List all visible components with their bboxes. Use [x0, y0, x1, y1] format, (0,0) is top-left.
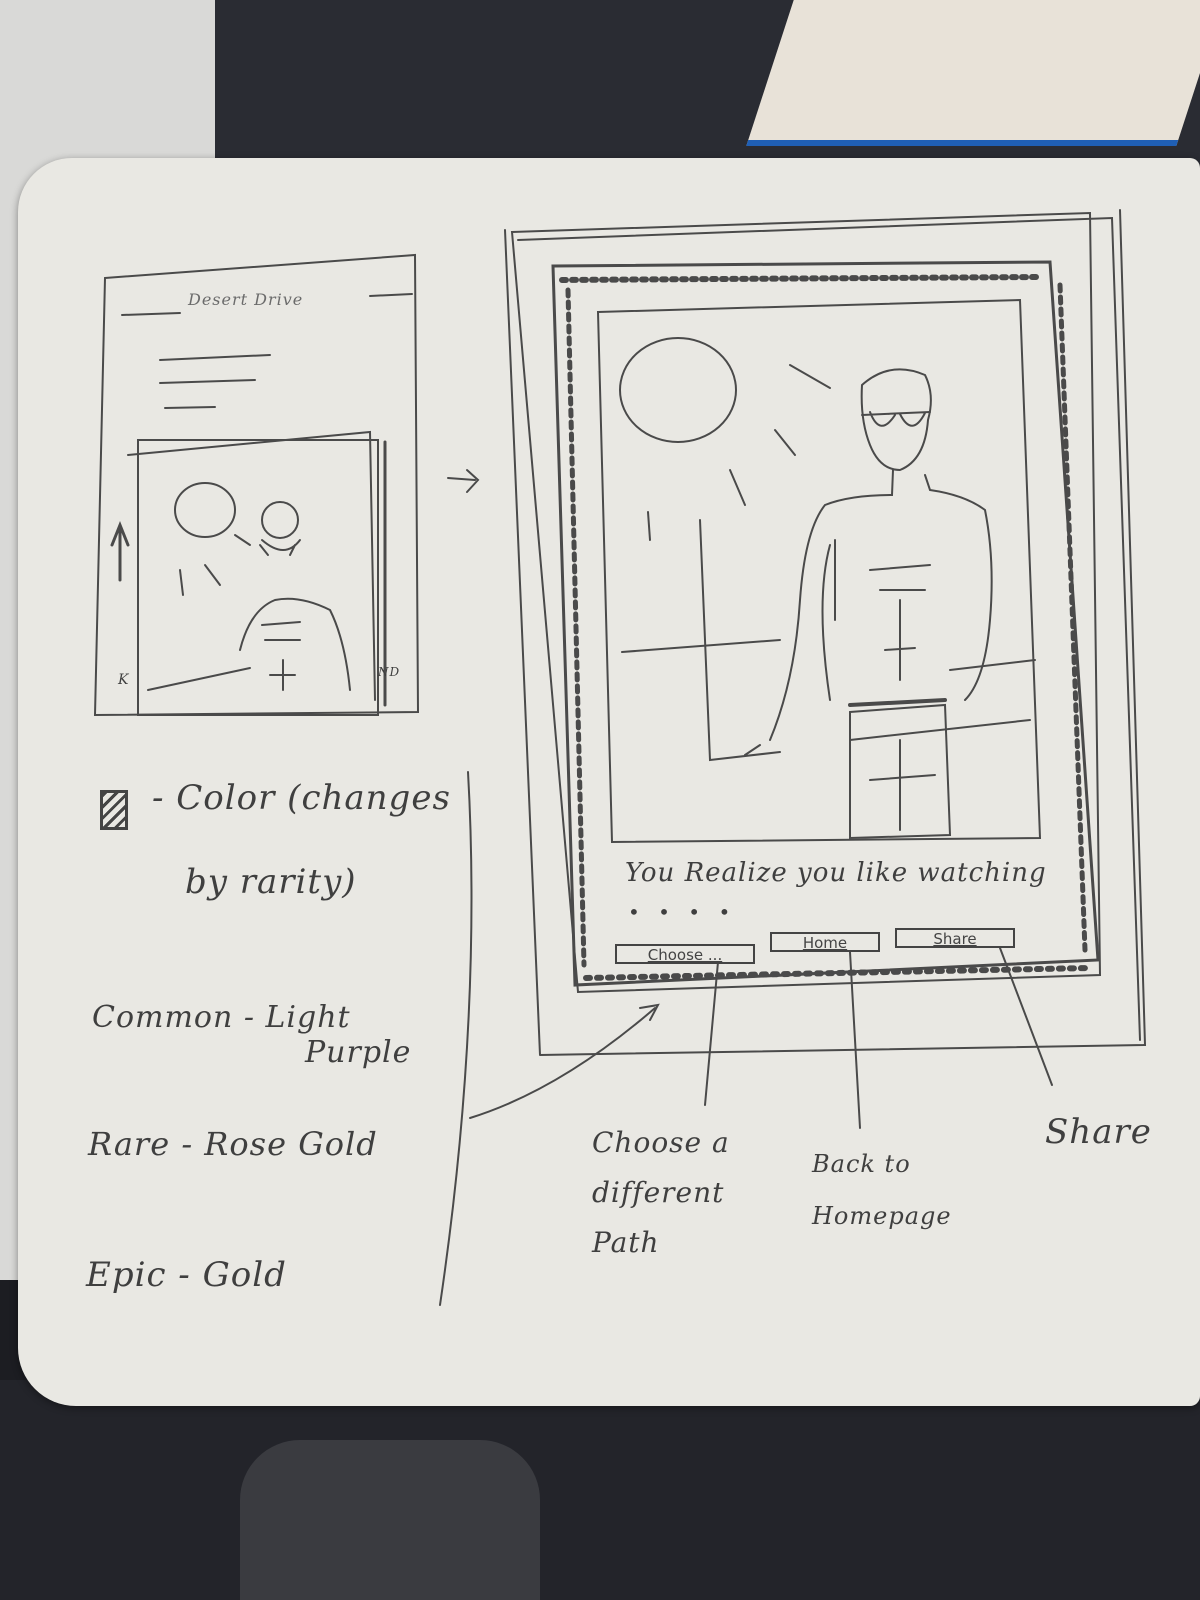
pointer-choose: [704, 961, 719, 1106]
legend-rare: Rare - Rose Gold: [88, 1125, 378, 1163]
large-phone-mockup: [504, 209, 1147, 1056]
home-button[interactable]: Home: [770, 932, 880, 952]
legend-rarity-line: by rarity): [185, 862, 357, 902]
legend-common-color: Purple: [305, 1035, 412, 1070]
pointer-rarity: [469, 1003, 660, 1119]
progress-dots: • • • •: [628, 900, 737, 924]
annotation-choose: Choose a different Path: [592, 1126, 730, 1259]
small-screen-title: Desert Drive: [188, 290, 304, 309]
card-caption: You Realize you like watching: [625, 858, 1047, 888]
small-screen-corner-left: K: [118, 672, 130, 688]
legend-color-line: - Color (changes: [152, 778, 451, 818]
legend-common: Common - Light: [92, 1000, 351, 1035]
annotation-home: Back to Homepage: [812, 1150, 952, 1230]
arrow-icon: [447, 469, 480, 493]
divider-line: [439, 771, 473, 1306]
sun-icon: [619, 337, 737, 443]
annotation-share: Share: [1045, 1112, 1152, 1152]
share-button[interactable]: Share: [895, 928, 1015, 948]
pointer-home: [849, 951, 861, 1129]
small-screen-corner-right: ND: [378, 665, 401, 679]
choose-button[interactable]: Choose ...: [615, 944, 755, 964]
hatched-square-icon: [100, 790, 128, 830]
legend-epic: Epic - Gold: [86, 1255, 287, 1295]
small-phone-mockup: [93, 253, 420, 717]
